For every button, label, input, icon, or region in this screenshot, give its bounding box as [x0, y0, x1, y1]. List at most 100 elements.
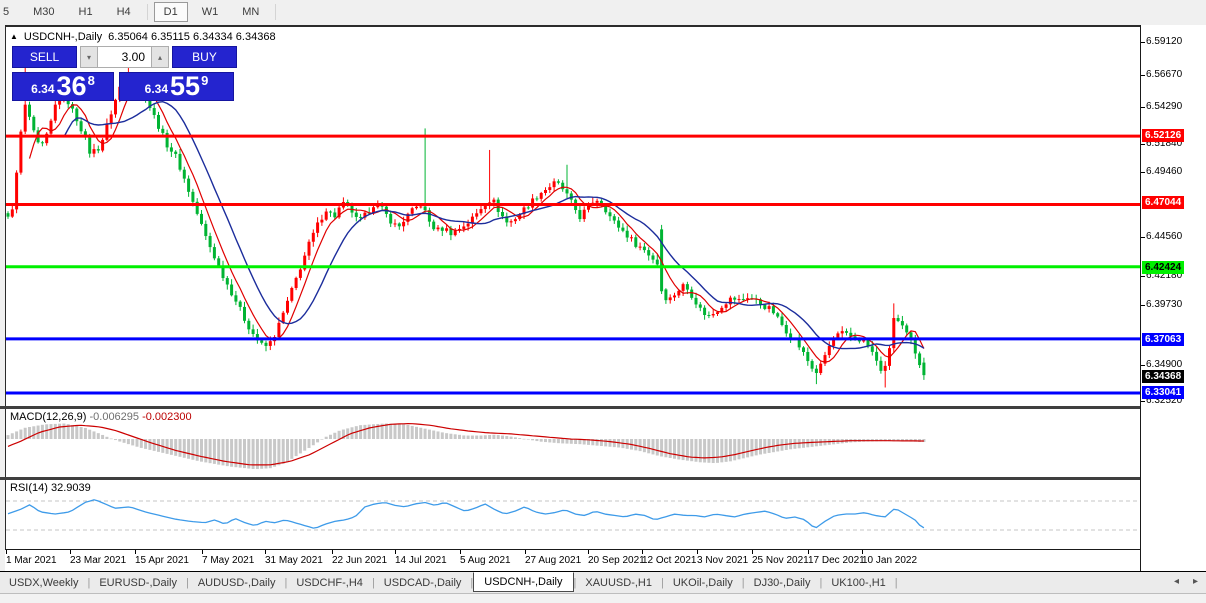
price-badge-6.47044: 6.47044	[1142, 196, 1185, 209]
timeframe-button-H4[interactable]: H4	[107, 2, 141, 22]
timeframe-button-D1[interactable]: D1	[153, 2, 188, 22]
date-tick-mark	[460, 550, 461, 554]
price-tick-mark	[1141, 144, 1145, 145]
tab-uk100-h1[interactable]: UK100-,H1	[822, 574, 894, 592]
price-tick-label: 6.44560	[1146, 231, 1183, 242]
toolbar-separator	[275, 4, 277, 20]
date-tick-mark	[862, 550, 863, 554]
tab-audusd-daily[interactable]: AUDUSD-,Daily	[189, 574, 285, 592]
ohlc-values: 6.35064 6.35115 6.34334 6.34368	[108, 31, 276, 43]
macd-label: MACD(12,26,9) -0.006295 -0.002300	[10, 411, 192, 423]
date-tick-mark	[808, 550, 809, 554]
one-click-trade-panel: SELL ▾ 3.00 ▴ BUY 6.34 36 8 6.34 55 9	[12, 46, 237, 101]
date-tick-mark	[642, 550, 643, 554]
price-tick-label: 6.59120	[1146, 36, 1183, 47]
date-tick-mark	[395, 550, 396, 554]
tab-usdcnh-daily[interactable]: USDCNH-,Daily	[473, 571, 574, 592]
date-tick-mark	[332, 550, 333, 554]
date-label: 31 May 2021	[265, 555, 323, 566]
timeframe-button-M30[interactable]: M30	[23, 2, 64, 22]
price-badge-6.34368: 6.34368	[1142, 370, 1185, 383]
price-badge-6.37063: 6.37063	[1142, 333, 1185, 346]
date-label: 27 Aug 2021	[525, 555, 582, 566]
price-tick-label: 6.56670	[1146, 69, 1183, 80]
tab-xauusd-h1[interactable]: XAUUSD-,H1	[576, 574, 661, 592]
chevron-up-icon[interactable]: ▲	[10, 32, 18, 41]
price-axis[interactable]: 6.59120 6.56670 6.54290 6.51840 6.49460 6.445…	[1141, 25, 1206, 550]
date-label: 5 Aug 2021	[460, 555, 511, 566]
volume-stepper: ▾ 3.00 ▴	[80, 46, 169, 68]
timeframe-button-W1[interactable]: W1	[192, 2, 229, 22]
buy-price-sup: 9	[201, 73, 209, 88]
date-tick-mark	[265, 550, 266, 554]
volume-up-icon[interactable]: ▴	[151, 46, 169, 68]
rsi-name: RSI(14)	[10, 482, 48, 494]
date-tick-mark	[202, 550, 203, 554]
price-badge-6.42424: 6.42424	[1142, 261, 1185, 274]
date-label: 12 Oct 2021	[642, 555, 697, 566]
tabs-scroll-right-icon[interactable]: ▸	[1193, 576, 1198, 587]
price-tick-mark	[1141, 365, 1145, 366]
buy-price-prefix: 6.34	[144, 82, 169, 96]
tab-dj30-daily[interactable]: DJ30-,Daily	[745, 574, 820, 592]
price-tick-label: 6.34900	[1146, 359, 1183, 370]
date-tick-mark	[697, 550, 698, 554]
rsi-value: 32.9039	[50, 482, 91, 494]
date-axis[interactable]: 1 Mar 2021 23 Mar 2021 15 Apr 2021 7 May 20…	[5, 549, 1140, 572]
price-tick-mark	[1141, 401, 1145, 402]
price-tick-mark	[1141, 305, 1145, 306]
volume-down-icon[interactable]: ▾	[80, 46, 98, 68]
date-tick-mark	[525, 550, 526, 554]
date-label: 25 Nov 2021	[752, 555, 809, 566]
tabs-scroll-left-icon[interactable]: ◂	[1174, 576, 1179, 587]
date-label: 22 Jun 2021	[332, 555, 388, 566]
date-label: 7 May 2021	[202, 555, 255, 566]
timeframe-button-MN[interactable]: MN	[232, 2, 269, 22]
date-label: 3 Nov 2021	[697, 555, 749, 566]
tab-eurusd-daily[interactable]: EURUSD-,Daily	[90, 574, 186, 592]
sell-price-big: 36	[56, 71, 87, 101]
date-label: 1 Mar 2021	[6, 555, 57, 566]
sell-price-display[interactable]: 6.34 36 8	[12, 72, 114, 101]
tab-usdcad-daily[interactable]: USDCAD-,Daily	[375, 574, 471, 592]
tab-separator: |	[894, 576, 898, 589]
date-tick-mark	[70, 550, 71, 554]
date-tick-mark	[588, 550, 589, 554]
date-label: 14 Jul 2021	[395, 555, 447, 566]
price-tick-label: 6.49460	[1146, 166, 1183, 177]
price-tick-label: 6.54290	[1146, 101, 1183, 112]
date-tick-mark	[6, 550, 7, 554]
macd-name: MACD(12,26,9)	[10, 411, 87, 423]
date-label: 10 Jan 2022	[862, 555, 918, 566]
rsi-label: RSI(14) 32.9039	[10, 482, 91, 494]
price-badge-6.52126: 6.52126	[1142, 129, 1185, 142]
rsi-pane-canvas[interactable]	[6, 480, 1140, 548]
price-tick-mark	[1141, 75, 1145, 76]
tab-usdchf-h4[interactable]: USDCHF-,H4	[287, 574, 372, 592]
sell-button[interactable]: SELL	[12, 46, 77, 68]
date-label: 15 Apr 2021	[135, 555, 189, 566]
timeframe-button-H1[interactable]: H1	[69, 2, 103, 22]
volume-input[interactable]: 3.00	[98, 46, 151, 68]
price-tick-mark	[1141, 237, 1145, 238]
toolbar-separator	[146, 4, 148, 20]
date-tick-mark	[135, 550, 136, 554]
buy-button[interactable]: BUY	[172, 46, 237, 68]
date-label: 23 Mar 2021	[70, 555, 127, 566]
date-tick-mark	[752, 550, 753, 554]
price-badge-6.33041: 6.33041	[1142, 386, 1185, 399]
sell-price-sup: 8	[87, 73, 95, 88]
buy-price-display[interactable]: 6.34 55 9	[119, 72, 234, 101]
macd-value-2: -0.002300	[142, 411, 192, 423]
price-tick-mark	[1141, 107, 1145, 108]
date-label: 17 Dec 2021	[808, 555, 865, 566]
tab-usdx-weekly[interactable]: USDX,Weekly	[0, 574, 87, 592]
symbol-period-label: USDCNH-,Daily	[23, 31, 103, 43]
timeframe-button-5[interactable]: 5	[0, 2, 19, 22]
price-tick-mark	[1141, 172, 1145, 173]
tab-ukoil-daily[interactable]: UKOil-,Daily	[664, 574, 742, 592]
price-tick-mark	[1141, 276, 1145, 277]
buy-price-big: 55	[170, 71, 201, 101]
price-tick-label: 6.39730	[1146, 299, 1183, 310]
price-tick-mark	[1141, 42, 1145, 43]
